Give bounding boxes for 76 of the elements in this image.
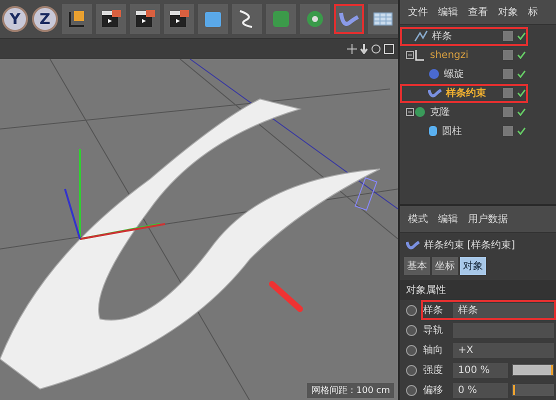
field-label: 样条 bbox=[423, 304, 444, 317]
object-row[interactable]: 样条约束 bbox=[400, 84, 528, 103]
object-row[interactable]: shengzi bbox=[400, 46, 528, 65]
cylinder-icon bbox=[428, 125, 438, 138]
check-icon bbox=[517, 32, 526, 40]
object-row[interactable]: 克隆 bbox=[400, 102, 528, 122]
number-field[interactable]: 0 % bbox=[453, 382, 508, 398]
axis-button[interactable]: Y bbox=[2, 6, 28, 32]
down-arrow-icon[interactable] bbox=[360, 44, 368, 54]
clapperboard-icon[interactable] bbox=[130, 4, 160, 34]
object-row[interactable]: 圆柱 bbox=[400, 122, 528, 141]
spline-icon bbox=[414, 30, 428, 42]
object-name: 样条 bbox=[432, 30, 453, 44]
keyframe-radio[interactable] bbox=[406, 324, 417, 336]
menu-item[interactable]: 文件 bbox=[408, 4, 428, 19]
pen-spline-icon[interactable] bbox=[232, 4, 262, 34]
field-label: 导轨 bbox=[423, 324, 444, 337]
check-icon bbox=[517, 127, 526, 136]
menu-item[interactable]: 查看 bbox=[468, 4, 488, 19]
object-name: 圆柱 bbox=[442, 124, 463, 138]
spline-constraint-icon bbox=[428, 87, 442, 100]
menu-item[interactable]: 用户数据 bbox=[468, 212, 508, 226]
layer-tag-icon bbox=[503, 50, 513, 60]
field-label: 轴向 bbox=[423, 344, 444, 357]
layer-tag-icon bbox=[503, 126, 513, 136]
spline-constraint-icon[interactable] bbox=[334, 4, 364, 34]
collapse-icon[interactable] bbox=[406, 108, 414, 116]
flower-array-icon[interactable] bbox=[300, 4, 330, 34]
keyframe-radio[interactable] bbox=[406, 344, 417, 356]
collapse-icon[interactable] bbox=[406, 51, 414, 60]
object-name: 克隆 bbox=[430, 106, 451, 120]
menu-item[interactable]: 标 bbox=[528, 4, 538, 19]
tab[interactable]: 基本 bbox=[404, 257, 430, 275]
menu-item[interactable]: 模式 bbox=[408, 212, 428, 226]
field-label: 强度 bbox=[423, 364, 444, 377]
check-icon bbox=[517, 51, 526, 60]
clapperboard-icon[interactable] bbox=[164, 4, 194, 34]
helix-icon bbox=[428, 68, 440, 80]
menu-item[interactable]: 编辑 bbox=[438, 212, 458, 226]
object-title: 样条约束 [样条约束] bbox=[424, 238, 515, 252]
layer-tag-icon bbox=[503, 31, 513, 42]
layer-tag-icon bbox=[503, 107, 513, 118]
clapperboard-icon[interactable] bbox=[96, 4, 126, 34]
move-icon[interactable] bbox=[347, 44, 357, 54]
keyframe-radio[interactable] bbox=[406, 304, 417, 316]
menu-item[interactable]: 编辑 bbox=[438, 4, 458, 19]
object-name: 螺旋 bbox=[444, 68, 465, 82]
spline-constraint-icon bbox=[406, 239, 420, 251]
tab[interactable]: 坐标 bbox=[432, 257, 458, 275]
object-row[interactable]: 样条 bbox=[400, 26, 528, 46]
object-name: shengzi bbox=[430, 50, 470, 61]
layer-tag-icon bbox=[503, 69, 513, 80]
tab[interactable]: 对象 bbox=[460, 257, 486, 275]
axis-button[interactable]: Z bbox=[32, 6, 58, 32]
section-header: 对象属性 bbox=[400, 280, 556, 300]
maximize-icon[interactable] bbox=[384, 44, 394, 54]
check-icon bbox=[517, 89, 526, 98]
plane-grid-icon[interactable] bbox=[368, 4, 398, 34]
field-label: 偏移 bbox=[423, 384, 444, 397]
keyframe-radio[interactable] bbox=[406, 384, 417, 396]
object-name: 样条约束 bbox=[446, 86, 487, 100]
layer-tag-icon bbox=[503, 88, 513, 98]
link-field[interactable]: 样条 bbox=[453, 302, 554, 318]
object-row[interactable]: 螺旋 bbox=[400, 64, 528, 84]
axis-cube-icon[interactable] bbox=[62, 4, 92, 34]
null-object-icon bbox=[414, 49, 426, 62]
slider-track[interactable] bbox=[512, 384, 554, 396]
check-icon bbox=[517, 108, 526, 116]
check-icon bbox=[517, 70, 526, 78]
number-field[interactable]: 100 % bbox=[453, 362, 508, 378]
dropdown-field[interactable]: +X bbox=[453, 342, 554, 358]
cloner-icon bbox=[414, 106, 426, 118]
grid-spacing-label: 网格间距 : 100 cm bbox=[307, 383, 394, 398]
menu-item[interactable]: 对象 bbox=[498, 4, 518, 19]
rotate-icon[interactable] bbox=[371, 44, 381, 54]
keyframe-radio[interactable] bbox=[406, 364, 417, 376]
